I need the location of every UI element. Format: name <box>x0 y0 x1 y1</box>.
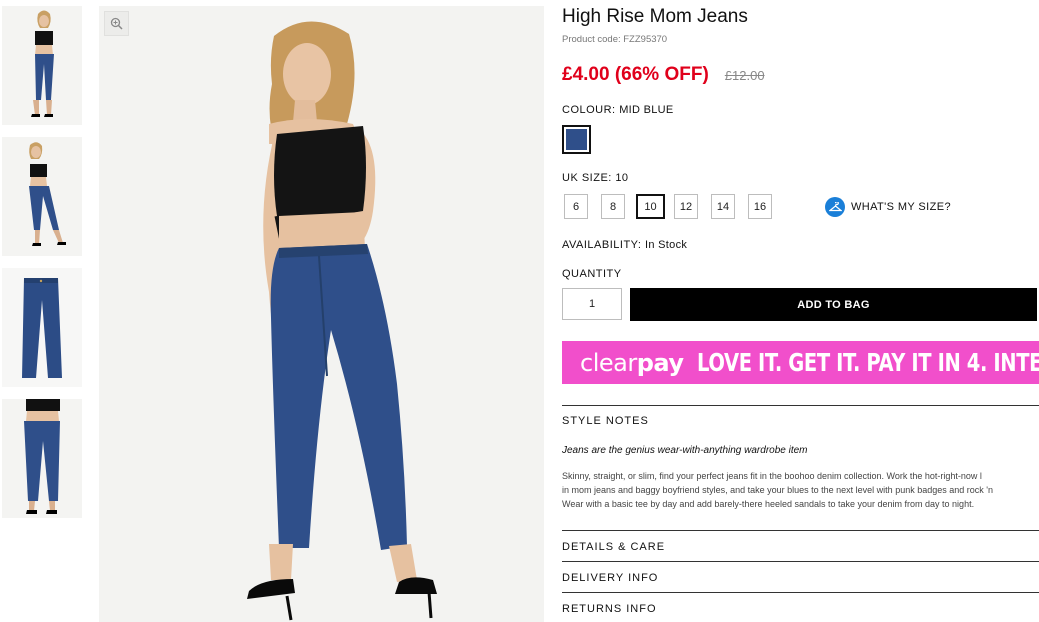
jeans-flat-image <box>2 268 82 387</box>
size-option-14[interactable]: 14 <box>711 194 735 219</box>
style-notes-intro: Jeans are the genius wear-with-anything … <box>562 445 808 456</box>
colour-swatch-mid-blue[interactable] <box>562 125 591 154</box>
model-front-image <box>2 6 82 125</box>
size-label: UK SIZE: 10 <box>562 172 628 184</box>
clearpay-brand-bold: pay <box>636 348 684 377</box>
size-option-10[interactable]: 10 <box>636 194 665 219</box>
add-to-bag-button[interactable]: ADD TO BAG <box>630 288 1037 321</box>
style-notes-line-3: Wear with a basic tee by day and add bar… <box>562 499 975 509</box>
colour-label: COLOUR: MID BLUE <box>562 104 674 116</box>
details-care-heading[interactable]: DETAILS & CARE <box>562 541 665 553</box>
model-side-image <box>2 137 82 256</box>
swatch-fill <box>566 129 587 150</box>
size-option-8[interactable]: 8 <box>601 194 625 219</box>
price-row: £4.00 (66% OFF) £12.00 <box>562 64 765 86</box>
original-price: £12.00 <box>724 68 765 83</box>
size-value: 10 <box>615 172 629 184</box>
size-guide-label: WHAT'S MY SIZE? <box>851 201 951 213</box>
size-option-16[interactable]: 16 <box>748 194 772 219</box>
thumbnail-4[interactable] <box>2 399 82 518</box>
clearpay-brand-light: clear <box>580 348 637 377</box>
zoom-button[interactable] <box>104 11 129 36</box>
availability-value: In Stock <box>645 239 688 251</box>
product-title: High Rise Mom Jeans <box>562 6 748 27</box>
style-notes-heading[interactable]: STYLE NOTES <box>562 415 649 427</box>
style-notes-body: Skinny, straight, or slim, find your per… <box>562 469 1039 511</box>
size-label-text: UK SIZE: <box>562 172 612 184</box>
divider <box>562 592 1039 593</box>
size-guide-link[interactable]: WHAT'S MY SIZE? <box>825 197 951 217</box>
delivery-info-heading[interactable]: DELIVERY INFO <box>562 572 658 584</box>
colour-label-text: COLOUR: <box>562 104 616 116</box>
main-product-image[interactable] <box>99 6 544 622</box>
style-notes-line-1: Skinny, straight, or slim, find your per… <box>562 471 982 481</box>
quantity-label: QUANTITY <box>562 268 622 280</box>
product-code: Product code: FZZ95370 <box>562 34 668 45</box>
size-option-6[interactable]: 6 <box>564 194 588 219</box>
divider <box>562 530 1039 531</box>
clearpay-slogan: LOVE IT. GET IT. PAY IT IN 4. INTEREST F… <box>697 348 1039 377</box>
thumbnail-list <box>2 6 82 530</box>
divider <box>562 561 1039 562</box>
availability-label: AVAILABILITY: <box>562 239 642 251</box>
model-illustration <box>99 6 544 622</box>
quantity-input[interactable]: 1 <box>562 288 622 320</box>
colour-value: MID BLUE <box>619 104 674 116</box>
hanger-icon <box>825 197 845 217</box>
availability: AVAILABILITY: In Stock <box>562 239 687 251</box>
sale-price: £4.00 (66% OFF) <box>562 64 709 85</box>
zoom-in-icon <box>110 17 123 30</box>
thumbnail-1[interactable] <box>2 6 82 125</box>
size-options: 6 8 10 12 14 16 <box>564 194 785 219</box>
style-notes-line-2: in mom jeans and baggy boyfriend styles,… <box>562 485 993 495</box>
clearpay-logo: clearpay <box>580 348 684 377</box>
divider <box>562 405 1039 406</box>
size-option-12[interactable]: 12 <box>674 194 698 219</box>
clearpay-banner[interactable]: clearpay LOVE IT. GET IT. PAY IT IN 4. I… <box>562 341 1039 384</box>
returns-info-heading[interactable]: RETURNS INFO <box>562 603 657 615</box>
thumbnail-3[interactable] <box>2 268 82 387</box>
model-back-image <box>2 399 82 518</box>
thumbnail-2[interactable] <box>2 137 82 256</box>
